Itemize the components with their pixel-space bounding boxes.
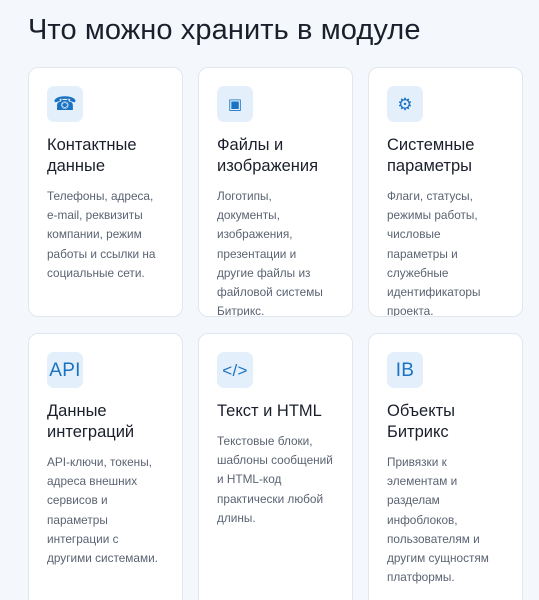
gear-icon: ⚙ bbox=[387, 86, 423, 122]
card-system-params: ⚙ Системные параметры Флаги, статусы, ре… bbox=[368, 67, 523, 317]
cards-grid: ☎ Контактные данные Телефоны, адреса, e-… bbox=[28, 67, 523, 600]
card-description: Текстовые блоки, шаблоны сообщений и HTM… bbox=[217, 434, 333, 525]
card-title: Файлы и изображения bbox=[217, 136, 319, 175]
card-title: Текст и HTML bbox=[217, 402, 322, 420]
file-icon: ▣ bbox=[217, 86, 253, 122]
card-title: Контактные данные bbox=[47, 136, 137, 175]
page-title: Что можно хранить в модуле bbox=[28, 14, 421, 46]
file-icon-glyph: ▣ bbox=[227, 95, 243, 113]
gear-icon-glyph: ⚙ bbox=[397, 94, 413, 114]
card-title: Данные интеграций bbox=[47, 402, 135, 441]
card-bitrix-objects: IB Объекты Битрикс Привязки к элементам … bbox=[368, 333, 523, 600]
code-icon: </> bbox=[217, 352, 253, 388]
ib-icon-glyph: IB bbox=[395, 359, 415, 381]
card-contacts: ☎ Контактные данные Телефоны, адреса, e-… bbox=[28, 67, 183, 317]
page: Что можно хранить в модуле ☎ Контактные … bbox=[0, 0, 539, 600]
card-description: API-ключи, токены, адреса внешних сервис… bbox=[47, 455, 158, 566]
card-description: Логотипы, документы, изображения, презен… bbox=[217, 189, 323, 317]
api-icon-glyph: API bbox=[49, 359, 81, 381]
card-title: Системные параметры bbox=[387, 136, 475, 175]
card-description: Телефоны, адреса, e-mail, реквизиты комп… bbox=[47, 189, 156, 280]
api-icon: API bbox=[47, 352, 83, 388]
card-text-html: </> Текст и HTML Текстовые блоки, шаблон… bbox=[198, 333, 353, 600]
card-description: Привязки к элементам и разделам инфоблок… bbox=[387, 455, 489, 585]
phone-icon-glyph: ☎ bbox=[53, 93, 77, 115]
code-icon-glyph: </> bbox=[222, 360, 248, 380]
ib-icon: IB bbox=[387, 352, 423, 388]
card-description: Флаги, статусы, режимы работы, числовые … bbox=[387, 189, 481, 317]
phone-icon: ☎ bbox=[47, 86, 83, 122]
card-title: Объекты Битрикс bbox=[387, 402, 456, 441]
card-integrations: API Данные интеграций API-ключи, токены,… bbox=[28, 333, 183, 600]
card-files: ▣ Файлы и изображения Логотипы, документ… bbox=[198, 67, 353, 317]
